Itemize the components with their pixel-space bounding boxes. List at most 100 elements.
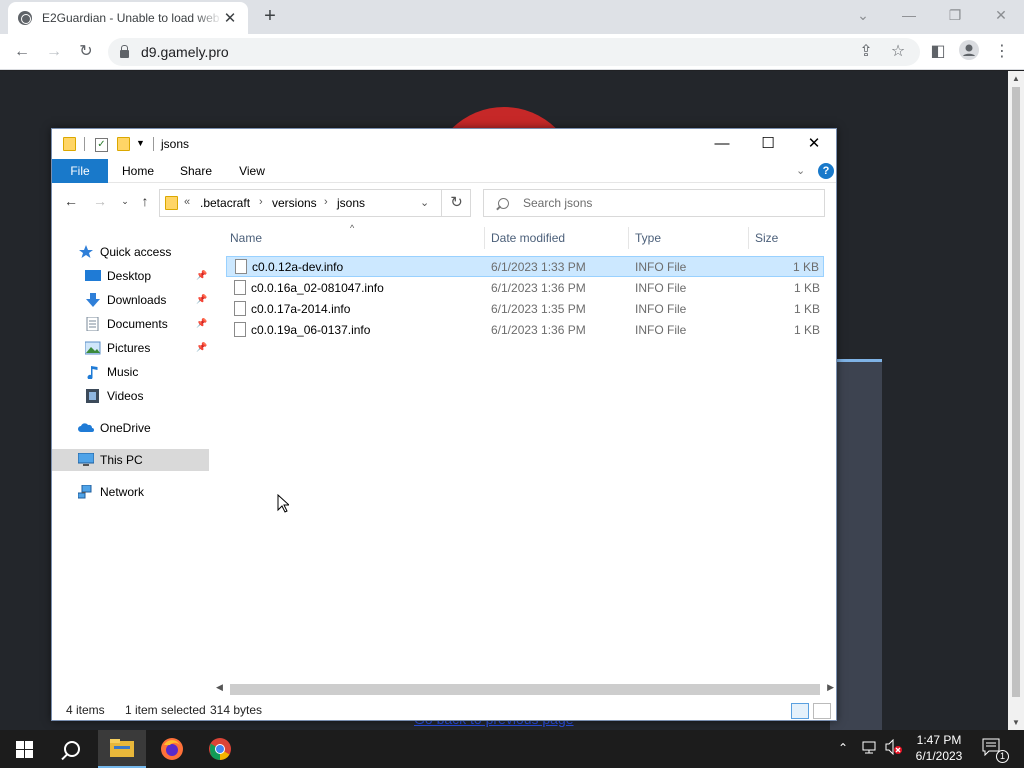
search-icon[interactable]: [48, 730, 96, 768]
nav-videos[interactable]: Videos: [85, 385, 209, 407]
breadcrumb-overflow[interactable]: «: [184, 196, 190, 208]
scroll-right-icon[interactable]: ▶: [827, 682, 834, 693]
profile-avatar-icon[interactable]: [957, 40, 981, 64]
quick-access-dropdown-icon[interactable]: ▼: [136, 138, 145, 148]
lock-icon: [120, 45, 129, 58]
explorer-close-button[interactable]: ✕: [791, 129, 837, 159]
volume-muted-icon[interactable]: [885, 738, 903, 768]
search-input[interactable]: [523, 196, 783, 210]
breadcrumb-versions[interactable]: versions: [272, 196, 317, 210]
column-divider[interactable]: [628, 227, 629, 249]
clock-time: 1:47 PM: [916, 733, 962, 747]
clock[interactable]: 1:47 PM 6/1/2023: [908, 732, 970, 764]
clock-date: 6/1/2023: [915, 749, 963, 763]
selection-count: 1 item selected: [125, 703, 206, 717]
column-header-size[interactable]: Size: [751, 223, 821, 253]
properties-check-icon[interactable]: ✓: [95, 138, 108, 152]
browser-tabstrip: E2Guardian - Unable to load web page ✕ +…: [0, 0, 1024, 34]
share-icon[interactable]: ⇪: [854, 40, 878, 64]
nav-downloads[interactable]: Downloads 📌: [85, 289, 209, 311]
side-panel-icon[interactable]: ◧: [926, 40, 950, 64]
file-date: 6/1/2023 1:36 PM: [491, 281, 586, 295]
recent-locations-icon[interactable]: ⌄: [115, 196, 135, 207]
file-name: c0.0.17a-2014.info: [251, 302, 351, 316]
large-icons-view-icon[interactable]: [813, 703, 831, 719]
refresh-icon[interactable]: ↻: [441, 189, 471, 217]
tab-file[interactable]: File: [52, 159, 108, 183]
scroll-down-icon[interactable]: ▼: [1008, 718, 1024, 727]
nav-quick-access[interactable]: Quick access: [78, 241, 235, 263]
search-box[interactable]: [483, 189, 825, 217]
file-name: c0.0.12a-dev.info: [252, 260, 344, 274]
column-header-date[interactable]: Date modified: [487, 223, 627, 253]
file-row[interactable]: c0.0.17a-2014.info 6/1/2023 1:35 PM INFO…: [226, 299, 824, 320]
new-folder-icon[interactable]: [117, 137, 130, 151]
reload-icon[interactable]: ↻: [74, 40, 98, 64]
nav-documents[interactable]: Documents 📌: [85, 313, 209, 335]
file-row[interactable]: c0.0.19a_06-0137.info 6/1/2023 1:36 PM I…: [226, 320, 824, 341]
notification-badge: 1: [996, 750, 1009, 763]
scrollbar-thumb[interactable]: [1012, 87, 1020, 697]
nav-label: Documents: [107, 317, 168, 331]
browser-tab[interactable]: E2Guardian - Unable to load web page ✕: [8, 2, 248, 34]
tab-view[interactable]: View: [232, 159, 272, 183]
tab-close-button[interactable]: ✕: [222, 9, 238, 27]
column-header-name[interactable]: Name: [226, 223, 482, 253]
breadcrumb-jsons[interactable]: jsons: [337, 196, 365, 210]
file-row[interactable]: c0.0.16a_02-081047.info 6/1/2023 1:36 PM…: [226, 278, 824, 299]
restore-button[interactable]: ❐: [932, 0, 978, 30]
page-scrollbar[interactable]: ▲ ▼: [1008, 71, 1024, 730]
taskbar: ⌃ 1:47 PM 6/1/2023 1: [0, 730, 1024, 768]
tab-home[interactable]: Home: [116, 159, 160, 183]
show-hidden-icons-chevron-icon[interactable]: ⌃: [838, 741, 848, 768]
details-view-icon[interactable]: [791, 703, 809, 719]
breadcrumb-separator[interactable]: ›: [324, 196, 328, 208]
tab-search-chevron-icon[interactable]: ⌄: [840, 0, 886, 30]
column-divider[interactable]: [484, 227, 485, 249]
nav-pictures[interactable]: Pictures 📌: [84, 337, 209, 359]
forward-arrow-icon[interactable]: →: [90, 193, 110, 209]
videos-icon: [85, 389, 101, 403]
windows-start-icon[interactable]: [0, 730, 48, 768]
network-status-icon[interactable]: [862, 739, 878, 768]
file-size: 1 KB: [793, 281, 820, 295]
explorer-maximize-button[interactable]: ☐: [745, 129, 791, 159]
scroll-up-icon[interactable]: ▲: [1008, 74, 1024, 83]
bookmark-star-icon[interactable]: ☆: [886, 40, 910, 64]
minimize-button[interactable]: —: [886, 0, 932, 30]
nav-desktop[interactable]: Desktop 📌: [85, 265, 209, 287]
file-name: c0.0.19a_06-0137.info: [251, 323, 371, 337]
nav-music[interactable]: Music: [85, 361, 209, 383]
expand-ribbon-icon[interactable]: ⌄: [796, 164, 805, 177]
column-divider[interactable]: [748, 227, 749, 249]
menu-kebab-icon[interactable]: ⋮: [990, 40, 1014, 64]
address-dropdown-icon[interactable]: ⌄: [420, 196, 429, 209]
close-button[interactable]: ✕: [978, 0, 1024, 30]
chrome-icon[interactable]: [196, 730, 244, 768]
pin-icon: 📌: [196, 294, 208, 304]
back-arrow-icon[interactable]: ←: [61, 193, 81, 209]
tab-share[interactable]: Share: [174, 159, 218, 183]
nav-this-pc[interactable]: This PC: [52, 449, 209, 471]
address-bar[interactable]: d9.gamely.pro: [108, 38, 920, 66]
explorer-minimize-button[interactable]: —: [699, 129, 745, 159]
file-row[interactable]: c0.0.12a-dev.info 6/1/2023 1:33 PM INFO …: [226, 256, 824, 277]
forward-icon[interactable]: →: [42, 40, 66, 64]
back-icon[interactable]: ←: [10, 40, 34, 64]
new-tab-button[interactable]: +: [258, 4, 282, 28]
music-icon: [85, 365, 101, 380]
help-icon[interactable]: ?: [818, 163, 834, 179]
address-breadcrumb[interactable]: « .betacraft › versions › jsons ⌄: [159, 189, 471, 217]
nav-onedrive[interactable]: OneDrive: [78, 417, 209, 439]
scrollbar-thumb[interactable]: [230, 684, 820, 695]
column-header-type[interactable]: Type: [631, 223, 746, 253]
horizontal-scrollbar[interactable]: ◀ ▶: [210, 681, 836, 697]
navigation-pane: Quick access Desktop 📌 Downloads 📌 Docum…: [52, 223, 210, 678]
firefox-icon[interactable]: [148, 730, 196, 768]
up-arrow-icon[interactable]: ↑: [135, 193, 155, 209]
breadcrumb-separator[interactable]: ›: [259, 196, 263, 208]
file-explorer-icon[interactable]: [98, 730, 146, 768]
nav-network[interactable]: Network: [77, 481, 209, 503]
breadcrumb-betacraft[interactable]: .betacraft: [200, 196, 250, 210]
scroll-left-icon[interactable]: ◀: [216, 682, 223, 693]
